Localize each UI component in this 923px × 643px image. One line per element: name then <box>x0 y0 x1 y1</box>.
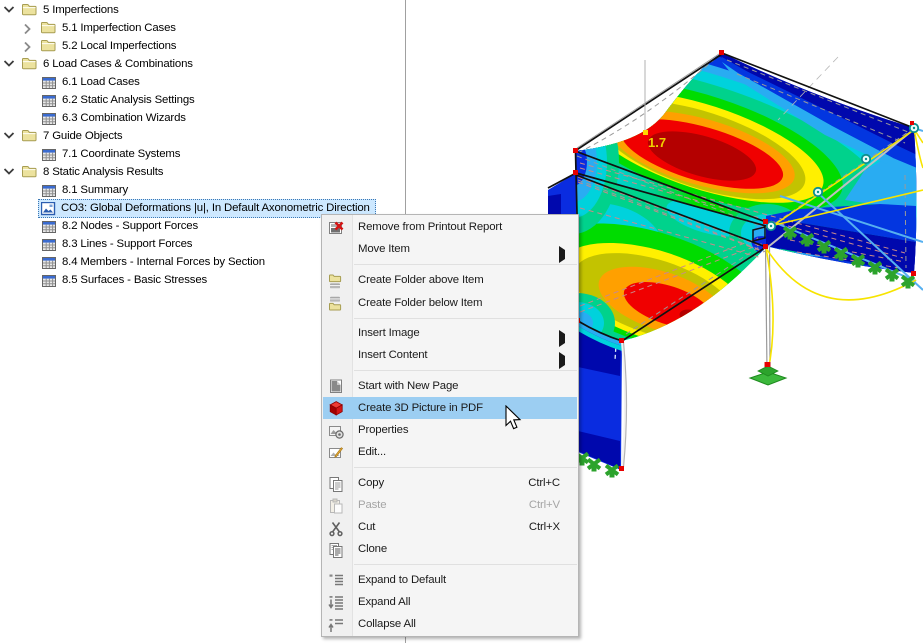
svg-text:1.7: 1.7 <box>648 135 666 150</box>
